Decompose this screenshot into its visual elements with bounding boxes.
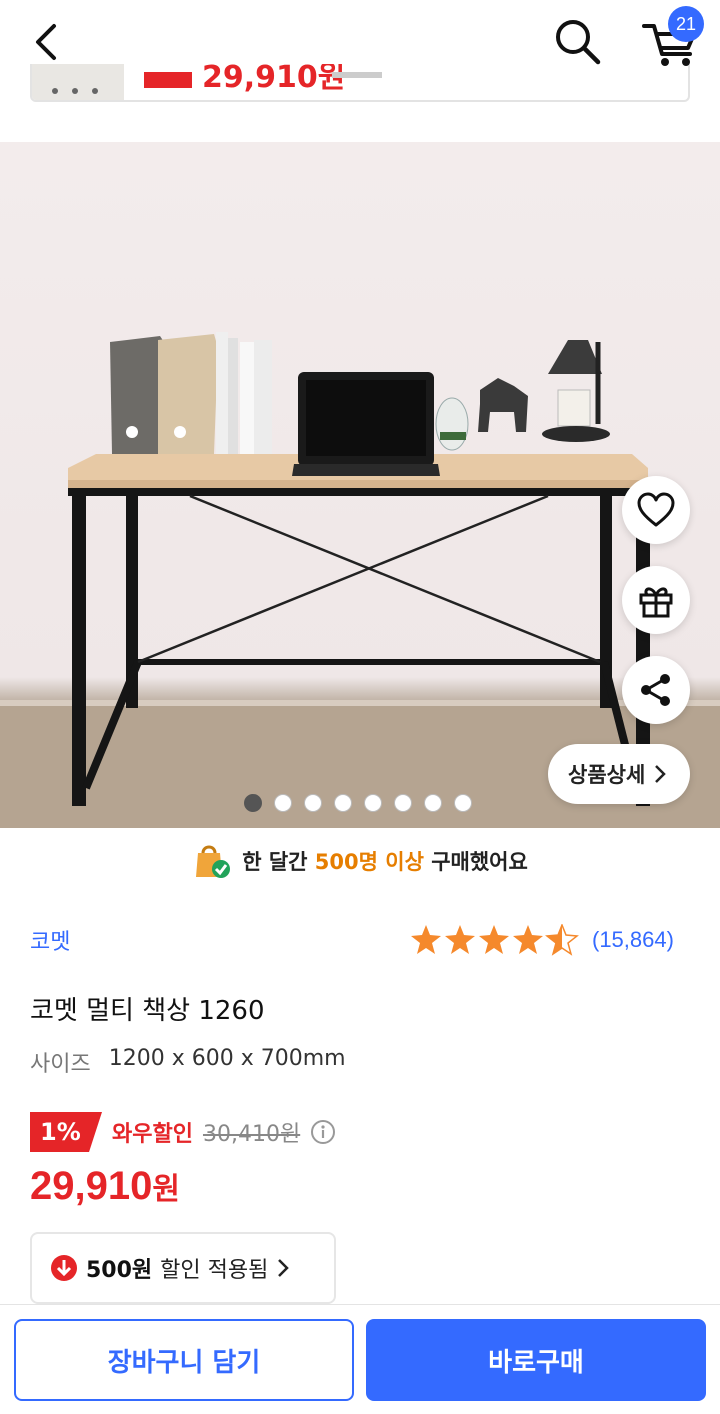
gift-icon [639, 587, 673, 618]
buy-now-button[interactable]: 바로구매 [366, 1319, 706, 1401]
carousel-indicator [244, 794, 472, 812]
share-icon [641, 674, 670, 706]
sale-price: 29,910원 [30, 1164, 180, 1209]
discount-rate-badge: 1% [30, 1112, 102, 1152]
carousel-dot[interactable] [274, 794, 292, 812]
share-button[interactable] [622, 656, 690, 724]
back-arrow-icon[interactable] [28, 20, 68, 64]
sticky-discount-badge [144, 72, 192, 88]
rating-summary[interactable]: (15,864) [410, 920, 674, 960]
option-value: 1200 x 600 x 700mm [108, 1046, 346, 1071]
down-arrow-circle-icon [51, 1255, 77, 1281]
original-price: 30,410원 [202, 1122, 301, 1147]
product-option[interactable]: 사이즈 1200 x 600 x 700mm [30, 1046, 346, 1078]
carousel-dot[interactable] [244, 794, 262, 812]
proof-suffix: 구매했어요 [431, 850, 528, 874]
carousel-dot[interactable] [424, 794, 442, 812]
top-bar: 29,910원 21 [0, 0, 720, 130]
review-count: (15,864) [592, 927, 674, 952]
product-detail-label: 상품상세 [568, 763, 646, 787]
product-image-carousel[interactable] [0, 142, 720, 828]
option-key: 사이즈 [30, 1052, 91, 1077]
purchase-count-banner: 한 달간 500명 이상 구매했어요 [0, 830, 720, 892]
wishlist-button[interactable] [622, 476, 690, 544]
product-title: 코멧 멀티 책상 1260 [30, 996, 265, 1026]
add-to-cart-button[interactable]: 장바구니 담기 [14, 1319, 354, 1401]
cart-count-badge: 21 [668, 6, 704, 42]
chevron-right-icon [278, 1259, 290, 1277]
search-icon[interactable] [552, 16, 602, 66]
shopping-bag-check-icon [196, 845, 231, 878]
coupon-text: 할인 적용됨 [160, 1258, 269, 1283]
carousel-dot[interactable] [454, 794, 472, 812]
carousel-dot[interactable] [334, 794, 352, 812]
star-rating-icon [411, 924, 578, 955]
sticky-thumbnail [32, 58, 124, 100]
proof-prefix: 한 달간 [242, 850, 308, 874]
coupon-applied-button[interactable]: 500원 할인 적용됨 [30, 1232, 336, 1304]
coupon-amount: 500원 [86, 1258, 153, 1283]
info-icon[interactable] [310, 1119, 336, 1145]
product-photo-desk [0, 332, 720, 828]
sale-price-number: 29,910 [30, 1164, 153, 1208]
wow-discount-label: 와우할인 [112, 1122, 193, 1147]
discount-row: 1% 와우할인 30,410원 [30, 1112, 336, 1152]
carousel-dot[interactable] [394, 794, 412, 812]
gift-button[interactable] [622, 566, 690, 634]
sticky-grey-text [332, 72, 382, 78]
chevron-right-icon [655, 765, 667, 783]
brand-link[interactable]: 코멧 [30, 924, 70, 956]
product-detail-button[interactable]: 상품상세 [548, 744, 690, 804]
carousel-dot[interactable] [304, 794, 322, 812]
carousel-dot[interactable] [364, 794, 382, 812]
proof-highlight: 500명 이상 [314, 850, 424, 874]
bottom-action-bar: 장바구니 담기 바로구매 [0, 1304, 720, 1414]
sale-price-unit: 원 [152, 1172, 180, 1207]
heart-icon [637, 492, 675, 527]
